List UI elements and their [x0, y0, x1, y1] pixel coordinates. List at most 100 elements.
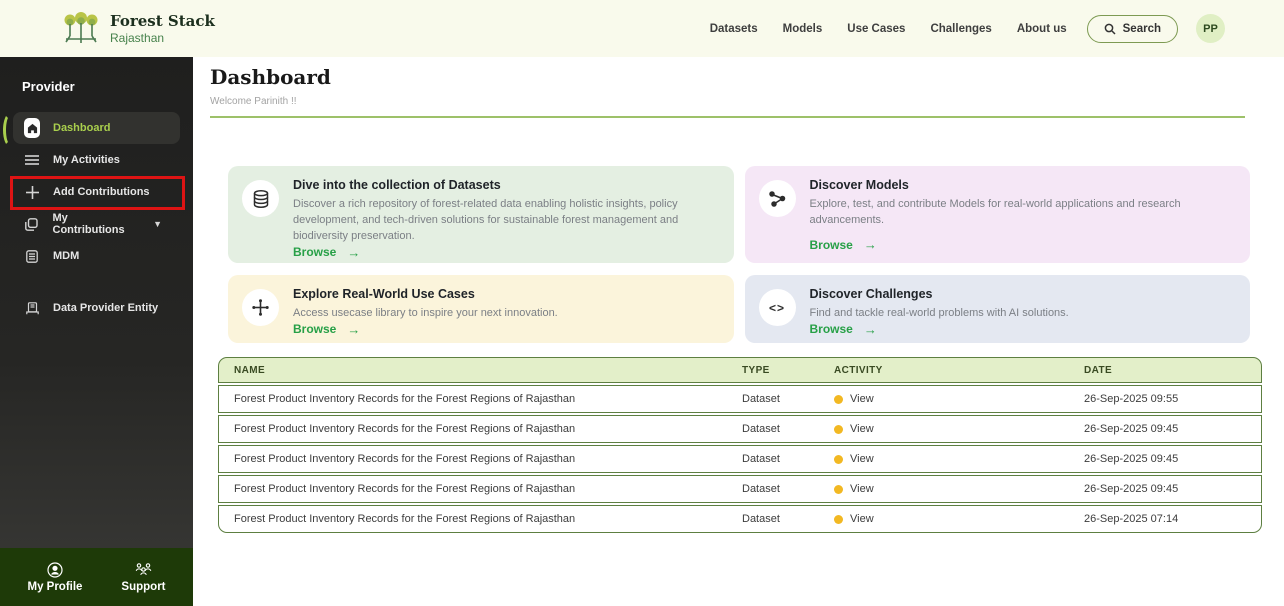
section-divider: [210, 116, 1245, 118]
row-type: Dataset: [742, 513, 834, 525]
column-header-type: TYPE: [742, 365, 834, 376]
user-avatar[interactable]: PP: [1196, 14, 1225, 43]
arrow-right-icon: →: [864, 237, 877, 252]
sidebar-item-add-contributions[interactable]: Add Contributions: [13, 176, 180, 208]
my-profile-button[interactable]: My Profile: [27, 562, 82, 593]
table-header-row: NAME TYPE ACTIVITY DATE: [218, 357, 1262, 383]
brand-text: Forest Stack Rajasthan: [110, 12, 215, 45]
sidebar-item-dashboard[interactable]: Dashboard: [13, 112, 180, 144]
nav-use-cases[interactable]: Use Cases: [847, 23, 905, 35]
row-date: 26-Sep-2025 07:14: [1084, 513, 1263, 525]
database-icon: [24, 250, 40, 263]
database-icon: [242, 180, 279, 217]
row-activity: View: [834, 393, 1084, 405]
card-datasets: Dive into the collection of Datasets Dis…: [228, 166, 734, 263]
sidebar-item-my-contributions[interactable]: My Contributions ▼: [13, 208, 180, 240]
card-title: Discover Challenges: [810, 287, 1233, 301]
activity-label: View: [850, 513, 874, 525]
card-description: Access usecase library to inspire your n…: [293, 306, 716, 322]
list-icon: [24, 154, 40, 166]
sidebar-item-label: My Contributions: [53, 212, 141, 236]
row-activity: View: [834, 483, 1084, 495]
sidebar-item-data-provider-entity[interactable]: Data Provider Entity: [13, 292, 180, 324]
row-type: Dataset: [742, 483, 834, 495]
page-title: Dashboard: [210, 65, 1284, 89]
row-date: 26-Sep-2025 09:55: [1084, 393, 1263, 405]
arrow-right-icon: →: [864, 322, 877, 337]
table-row[interactable]: Forest Product Inventory Records for the…: [218, 445, 1262, 473]
top-header: Forest Stack Rajasthan Datasets Models U…: [0, 0, 1284, 57]
status-dot-icon: [834, 455, 843, 464]
browse-challenges-link[interactable]: Browse →: [810, 322, 1233, 337]
row-activity: View: [834, 423, 1084, 435]
activity-label: View: [850, 423, 874, 435]
sidebar-item-label: Dashboard: [53, 122, 110, 134]
row-activity: View: [834, 513, 1084, 525]
table-row[interactable]: Forest Product Inventory Records for the…: [218, 415, 1262, 443]
main-content: Dashboard Welcome Parinith !! Dive into …: [193, 57, 1284, 606]
column-header-activity: ACTIVITY: [834, 365, 1084, 376]
building-icon: [24, 302, 40, 315]
row-type: Dataset: [742, 393, 834, 405]
card-title: Explore Real-World Use Cases: [293, 287, 716, 301]
app-window: Forest Stack Rajasthan Datasets Models U…: [0, 0, 1284, 606]
table-row[interactable]: Forest Product Inventory Records for the…: [218, 385, 1262, 413]
row-activity: View: [834, 453, 1084, 465]
search-button[interactable]: Search: [1087, 15, 1178, 43]
card-body: Explore Real-World Use Cases Access usec…: [293, 287, 716, 332]
browse-label: Browse: [293, 245, 336, 259]
card-body: Discover Models Explore, test, and contr…: [810, 178, 1233, 252]
card-title: Dive into the collection of Datasets: [293, 178, 716, 192]
nav-challenges[interactable]: Challenges: [930, 23, 991, 35]
profile-icon: [47, 562, 63, 578]
browse-label: Browse: [293, 322, 336, 336]
browse-use-cases-link[interactable]: Browse →: [293, 322, 716, 337]
support-icon: [135, 562, 152, 578]
row-date: 26-Sep-2025 09:45: [1084, 483, 1263, 495]
arrow-right-icon: →: [347, 322, 360, 337]
arrow-right-icon: →: [347, 245, 360, 260]
column-header-name: NAME: [219, 365, 742, 376]
support-label: Support: [121, 581, 165, 593]
card-description: Explore, test, and contribute Models for…: [810, 197, 1233, 229]
chevron-down-icon: ▼: [153, 219, 162, 229]
sidebar-item-label: My Activities: [53, 154, 120, 166]
row-name: Forest Product Inventory Records for the…: [219, 423, 742, 435]
top-navigation: Datasets Models Use Cases Challenges Abo…: [710, 23, 1067, 35]
browse-label: Browse: [810, 238, 853, 252]
status-dot-icon: [834, 425, 843, 434]
table-row[interactable]: Forest Product Inventory Records for the…: [218, 475, 1262, 503]
nav-about-us[interactable]: About us: [1017, 23, 1067, 35]
table-row[interactable]: Forest Product Inventory Records for the…: [218, 505, 1262, 533]
sidebar-heading: Provider: [22, 79, 193, 94]
search-icon: [1104, 23, 1116, 35]
recent-activity-table: NAME TYPE ACTIVITY DATE Forest Product I…: [218, 357, 1262, 533]
sidebar-item-mdm[interactable]: MDM: [13, 240, 180, 272]
nav-datasets[interactable]: Datasets: [710, 23, 758, 35]
home-icon: [24, 118, 40, 138]
card-use-cases: Explore Real-World Use Cases Access usec…: [228, 275, 734, 343]
sidebar-item-label: MDM: [53, 250, 79, 262]
column-header-date: DATE: [1084, 365, 1263, 376]
nav-models[interactable]: Models: [783, 23, 823, 35]
activity-label: View: [850, 453, 874, 465]
row-name: Forest Product Inventory Records for the…: [219, 393, 742, 405]
sidebar-item-my-activities[interactable]: My Activities: [13, 144, 180, 176]
card-body: Dive into the collection of Datasets Dis…: [293, 178, 716, 252]
card-title: Discover Models: [810, 178, 1233, 192]
card-body: Discover Challenges Find and tackle real…: [810, 287, 1233, 332]
search-button-label: Search: [1123, 23, 1161, 35]
browse-datasets-link[interactable]: Browse →: [293, 245, 716, 260]
share-nodes-icon: [759, 180, 796, 217]
row-date: 26-Sep-2025 09:45: [1084, 423, 1263, 435]
activity-label: View: [850, 483, 874, 495]
status-dot-icon: [834, 485, 843, 494]
welcome-text: Welcome Parinith !!: [210, 96, 1284, 107]
browse-models-link[interactable]: Browse →: [810, 237, 1233, 252]
row-date: 26-Sep-2025 09:45: [1084, 453, 1263, 465]
activity-label: View: [850, 393, 874, 405]
support-button[interactable]: Support: [121, 562, 165, 593]
browse-label: Browse: [810, 322, 853, 336]
code-icon: <>: [759, 289, 796, 326]
brand-logo[interactable]: Forest Stack Rajasthan: [62, 12, 215, 46]
